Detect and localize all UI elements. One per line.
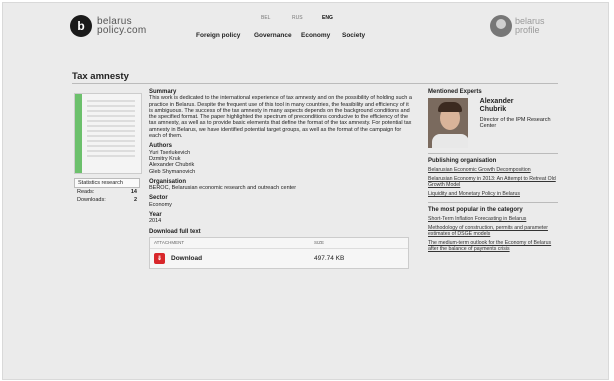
logo-text: belarus policy.com: [97, 17, 147, 36]
nav-economy[interactable]: Economy: [301, 32, 330, 39]
profile-text: belarus profile: [515, 17, 545, 35]
statistics-box: Statistics research Reads: 14 Downloads:…: [74, 178, 140, 204]
reads-row: Reads: 14: [74, 188, 140, 196]
lang-rus[interactable]: RUS: [292, 15, 303, 21]
expert-photo[interactable]: [428, 98, 468, 148]
downloads-row: Downloads: 2: [74, 196, 140, 204]
download-heading: Download full text: [149, 228, 201, 235]
sector-value: Economy: [149, 201, 172, 208]
download-table-header: ATTACHMENT SIZE: [150, 238, 408, 250]
download-link[interactable]: Download: [171, 255, 202, 262]
expert-info: Alexander Chubrik Director of the IPM Re…: [480, 98, 558, 148]
publishing-org-heading: Publishing organisation: [428, 158, 497, 164]
downloads-value: 2: [133, 197, 137, 203]
nav-governance[interactable]: Governance: [254, 32, 292, 39]
expert-name-last[interactable]: Chubrik: [480, 106, 558, 114]
site-header: b belarus policy.com BEL RUS ENG Foreign…: [3, 3, 608, 47]
summary-text: This work is dedicated to the internatio…: [149, 95, 412, 140]
mentioned-experts-heading: Mentioned Experts: [428, 89, 482, 95]
title-divider: [72, 83, 558, 84]
lang-bel[interactable]: BEL: [261, 15, 270, 21]
pdf-icon[interactable]: ⇓: [154, 253, 165, 265]
nav-foreign-policy[interactable]: Foreign policy: [196, 32, 240, 39]
download-table: ATTACHMENT SIZE ⇓ Download 497.74 KB: [149, 236, 409, 270]
size-column-header: SIZE: [314, 239, 325, 245]
logo-mark-icon: b: [70, 15, 92, 37]
publishing-org-link[interactable]: Belarusian Economy in 2013: An Attempt t…: [428, 176, 558, 188]
nav-society[interactable]: Society: [342, 32, 365, 39]
main-content: Summary This work is dedicated to the in…: [149, 89, 412, 270]
site-logo[interactable]: b belarus policy.com: [70, 15, 147, 37]
right-sidebar: Mentioned Experts Alexander Chubrik Dire…: [428, 89, 558, 255]
popular-link[interactable]: Methodology of construction, permits and…: [428, 225, 558, 237]
profile-head-icon: [490, 15, 512, 37]
download-cell: ⇓ Download: [154, 253, 314, 265]
popular-link[interactable]: The medium-term outlook for the Economy …: [428, 240, 558, 252]
reads-value: 14: [130, 189, 137, 195]
sidebar-divider: [428, 153, 558, 154]
most-popular-heading: The most popular in the category: [428, 207, 523, 213]
organisation-section: Organisation BEROC, Belarusian economic …: [149, 179, 412, 192]
popular-link[interactable]: Short-Term Inflation Forecasting in Bela…: [428, 216, 558, 222]
thumbnail-accent-bar: [75, 94, 82, 173]
belarus-profile-logo[interactable]: belarus profile: [490, 15, 545, 37]
year-value: 2014: [149, 218, 162, 225]
summary-section: Summary This work is dedicated to the in…: [149, 89, 412, 139]
organisation-value: BEROC, Belarusian economic research and …: [149, 185, 297, 192]
page: b belarus policy.com BEL RUS ENG Foreign…: [2, 2, 609, 380]
statistics-heading: Statistics research: [74, 178, 140, 188]
publishing-org-link[interactable]: Belarusian Economic Growth Decomposition: [428, 167, 558, 173]
year-section: Year 2014: [149, 212, 412, 225]
authors-section: Authors Yuri Tserlukevich Dzmitry Kruk A…: [149, 143, 412, 174]
file-size: 497.74 KB: [314, 254, 345, 262]
expert-position: Director of the IPM Research Center: [479, 117, 551, 130]
profile-line2: profile: [515, 25, 540, 35]
document-thumbnail[interactable]: [74, 93, 142, 174]
lang-eng[interactable]: ENG: [322, 15, 333, 21]
expert-card[interactable]: Alexander Chubrik Director of the IPM Re…: [428, 98, 558, 148]
reads-label: Reads:: [77, 189, 95, 195]
download-row: ⇓ Download 497.74 KB: [150, 249, 408, 268]
sidebar-divider: [428, 202, 558, 203]
attachment-column-header: ATTACHMENT: [154, 239, 185, 245]
logo-line2: policy.com: [97, 25, 147, 36]
author-item: Gleb Shymanovich: [149, 168, 196, 175]
thumbnail-text-lines: [87, 100, 135, 160]
publishing-org-link[interactable]: Liquidity and Monetary Policy in Belarus: [428, 191, 558, 197]
expert-name-first[interactable]: Alexander: [480, 98, 558, 106]
downloads-label: Downloads:: [77, 197, 106, 203]
sector-section: Sector Economy: [149, 195, 412, 208]
page-title: Tax amnesty: [72, 71, 129, 82]
